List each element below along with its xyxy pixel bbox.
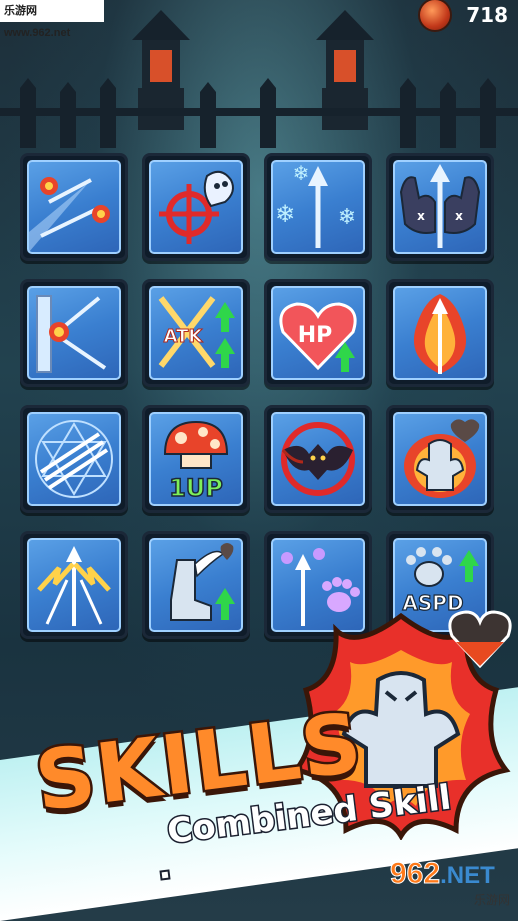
skill-tile[interactable] bbox=[264, 405, 372, 513]
coin-icon bbox=[418, 0, 453, 32]
bullet-icon bbox=[159, 869, 171, 881]
svg-text:HP: HP bbox=[298, 323, 333, 348]
svg-text:x: x bbox=[417, 209, 425, 223]
magic-circle-arrow-icon bbox=[35, 420, 113, 498]
skill-tile[interactable] bbox=[386, 279, 494, 387]
lightning-arrows-icon bbox=[37, 546, 111, 626]
horned-helmet-arrow-icon: x x bbox=[399, 164, 481, 248]
skill-tile[interactable] bbox=[20, 531, 128, 639]
skill-tile[interactable]: x x bbox=[386, 153, 494, 261]
svg-text:x: x bbox=[455, 209, 463, 223]
skill-tile[interactable] bbox=[386, 405, 494, 513]
one-up-mushroom-icon: 1UP bbox=[163, 420, 229, 503]
heart-icon bbox=[448, 610, 512, 668]
watermark-bottom: 962 .NET 乐游网 bbox=[389, 857, 510, 909]
skill-tile[interactable] bbox=[20, 279, 128, 387]
svg-text:❄: ❄ bbox=[338, 205, 356, 230]
bat-demon-icon bbox=[281, 422, 355, 496]
rage-statue-icon bbox=[404, 419, 480, 498]
svg-text:❄: ❄ bbox=[293, 162, 310, 185]
watermark-bottom-cn: 乐游网 bbox=[473, 893, 510, 907]
atk-up-icon: ATK bbox=[158, 296, 235, 368]
watermark-bottom-num: 962 bbox=[389, 857, 441, 891]
skill-tile[interactable]: ATK bbox=[142, 279, 250, 387]
graveyard-fence bbox=[0, 78, 518, 148]
frost-arrow-icon: ❄ ❄ ❄ bbox=[275, 162, 356, 248]
watermark-bottom-net: .NET bbox=[440, 862, 495, 889]
skill-tile[interactable]: HP bbox=[264, 279, 372, 387]
skill-tile[interactable] bbox=[142, 531, 250, 639]
skill-tile[interactable] bbox=[20, 405, 128, 513]
coin-value: 718 bbox=[466, 3, 508, 27]
watermark-top: 乐游网 www.962.net bbox=[0, 0, 104, 39]
skill-tile[interactable]: 1UP bbox=[142, 405, 250, 513]
svg-text:1UP: 1UP bbox=[169, 474, 223, 502]
skill-tile[interactable] bbox=[142, 153, 250, 261]
svg-text:ATK: ATK bbox=[164, 326, 204, 347]
flame-arrow-icon bbox=[413, 294, 467, 374]
hp-up-icon: HP bbox=[279, 302, 357, 372]
winged-boots-icon bbox=[170, 543, 235, 621]
coin-counter: 718 bbox=[418, 0, 508, 32]
skill-tile[interactable]: ❄ ❄ ❄ bbox=[264, 153, 372, 261]
wall-bounce-arrow-icon bbox=[36, 295, 107, 373]
svg-text:❄: ❄ bbox=[275, 200, 295, 228]
double-fire-arrow-icon bbox=[29, 177, 110, 252]
skill-tile[interactable] bbox=[20, 153, 128, 261]
crosshair-ghost-icon bbox=[159, 170, 234, 244]
